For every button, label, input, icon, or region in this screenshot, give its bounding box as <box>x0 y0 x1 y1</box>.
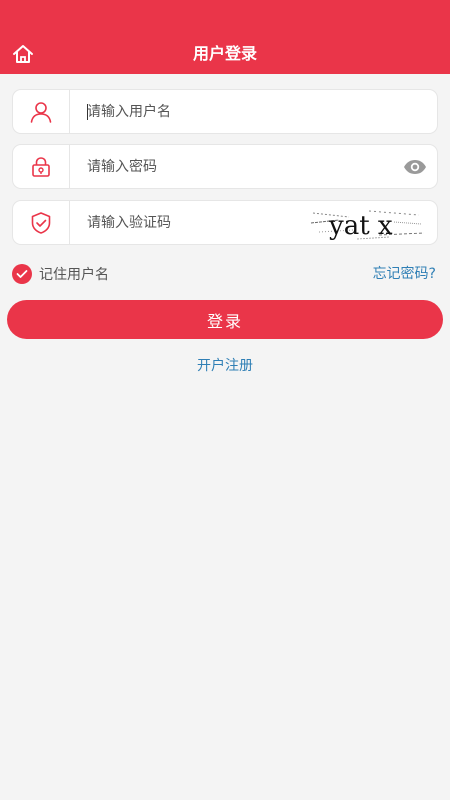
login-button[interactable]: 登录 <box>7 300 443 339</box>
captcha-image[interactable]: yat x <box>309 205 427 243</box>
register-row: 开户注册 <box>0 356 450 376</box>
captcha-input[interactable] <box>87 201 307 244</box>
captcha-graphic: yat x <box>310 210 425 241</box>
home-icon <box>13 45 33 63</box>
remember-username-toggle[interactable]: 记住用户名 <box>12 263 109 285</box>
password-input[interactable] <box>87 145 307 188</box>
remember-label: 记住用户名 <box>39 267 109 283</box>
remember-checkbox[interactable] <box>12 264 32 284</box>
password-icon-cell <box>13 145 70 188</box>
check-icon <box>16 270 28 278</box>
captcha-field: yat x <box>12 200 438 245</box>
lock-icon <box>32 156 50 177</box>
username-field <box>12 89 438 134</box>
forgot-password-link[interactable]: 忘记密码? <box>373 263 436 285</box>
register-link[interactable]: 开户注册 <box>197 358 253 374</box>
user-icon <box>30 101 52 123</box>
captcha-text: yat x <box>328 211 393 241</box>
page-title: 用户登录 <box>192 44 257 63</box>
captcha-icon-cell <box>13 201 70 244</box>
username-input[interactable] <box>87 90 307 133</box>
username-icon-cell <box>13 90 70 133</box>
eye-icon <box>404 160 426 174</box>
toggle-password-visibility-button[interactable] <box>403 156 427 178</box>
shield-check-icon <box>31 211 51 234</box>
app-header: 用户登录 <box>0 0 450 74</box>
password-field <box>12 144 438 189</box>
home-button[interactable] <box>10 42 36 66</box>
